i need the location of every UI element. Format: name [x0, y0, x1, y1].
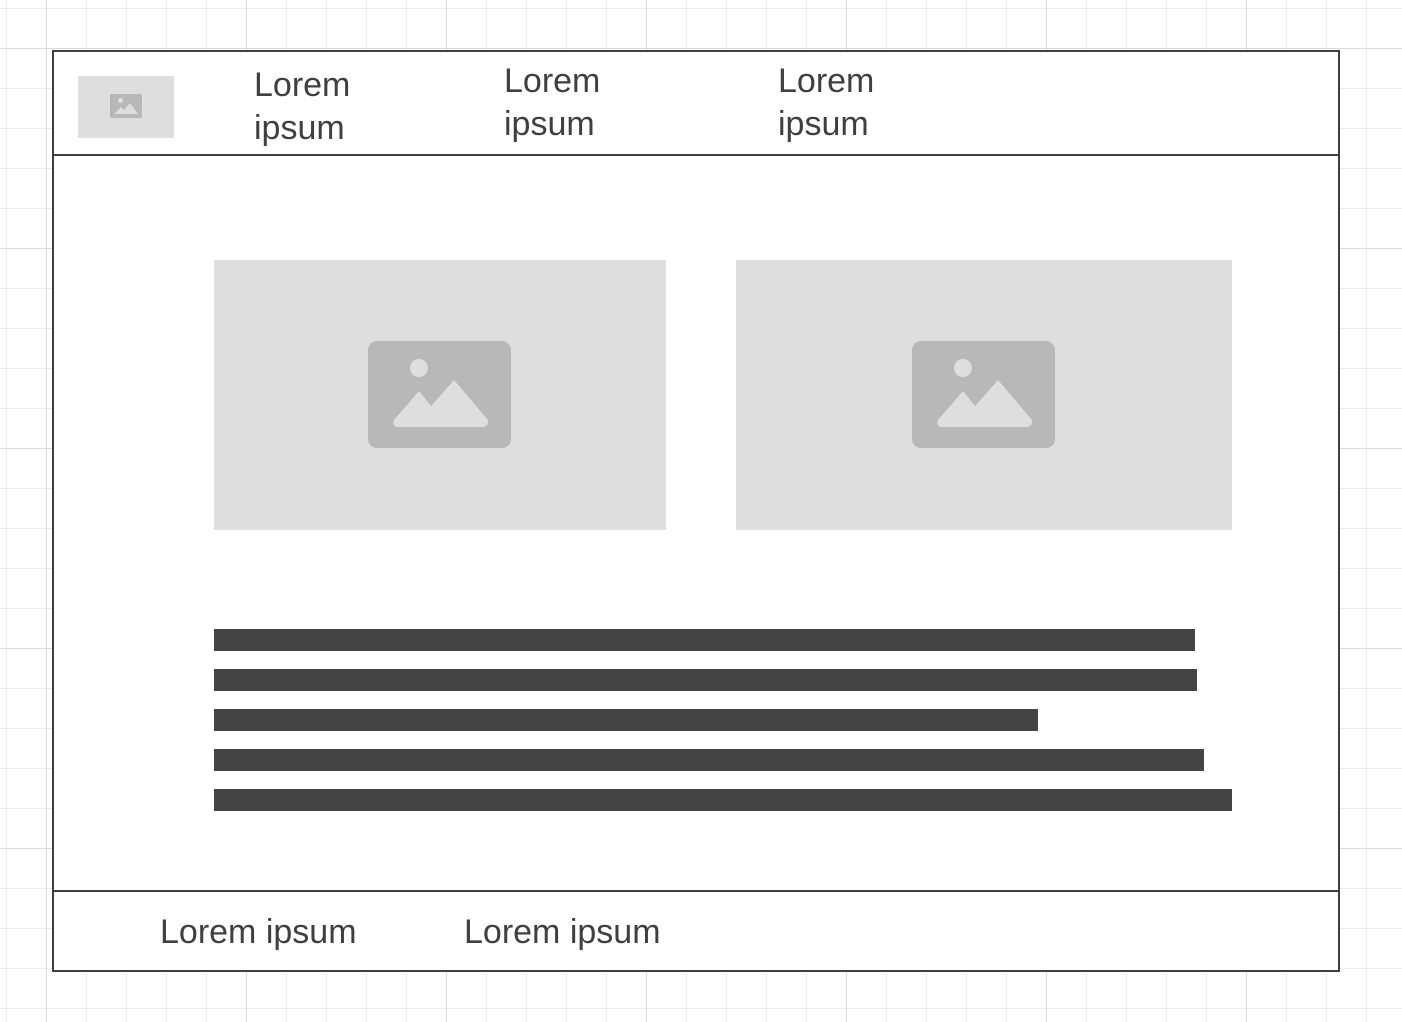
footer-link-1[interactable]: Lorem ipsum	[160, 912, 357, 952]
header: Lorem ipsum Lorem ipsum Lorem ipsum	[54, 52, 1338, 156]
image-placeholder-icon	[110, 94, 142, 118]
image-placeholder-icon	[912, 341, 1055, 448]
text-line-placeholder	[214, 709, 1038, 731]
logo-placeholder[interactable]	[78, 76, 174, 138]
text-line-placeholder	[214, 749, 1204, 771]
text-line-placeholder	[214, 629, 1195, 651]
nav-item-2[interactable]: Lorem ipsum	[504, 60, 654, 146]
nav-item-3[interactable]: Lorem ipsum	[778, 60, 928, 146]
text-line-placeholder	[214, 789, 1232, 811]
image-placeholder-1	[214, 260, 666, 530]
footer: Lorem ipsum Lorem ipsum	[54, 890, 1338, 970]
image-placeholder-2	[736, 260, 1232, 530]
footer-link-2[interactable]: Lorem ipsum	[464, 912, 661, 952]
nav-item-1[interactable]: Lorem ipsum	[254, 64, 404, 150]
wireframe-page: Lorem ipsum Lorem ipsum Lorem ipsum Lore…	[52, 50, 1340, 972]
text-line-placeholder	[214, 669, 1197, 691]
image-placeholder-icon	[368, 341, 511, 448]
